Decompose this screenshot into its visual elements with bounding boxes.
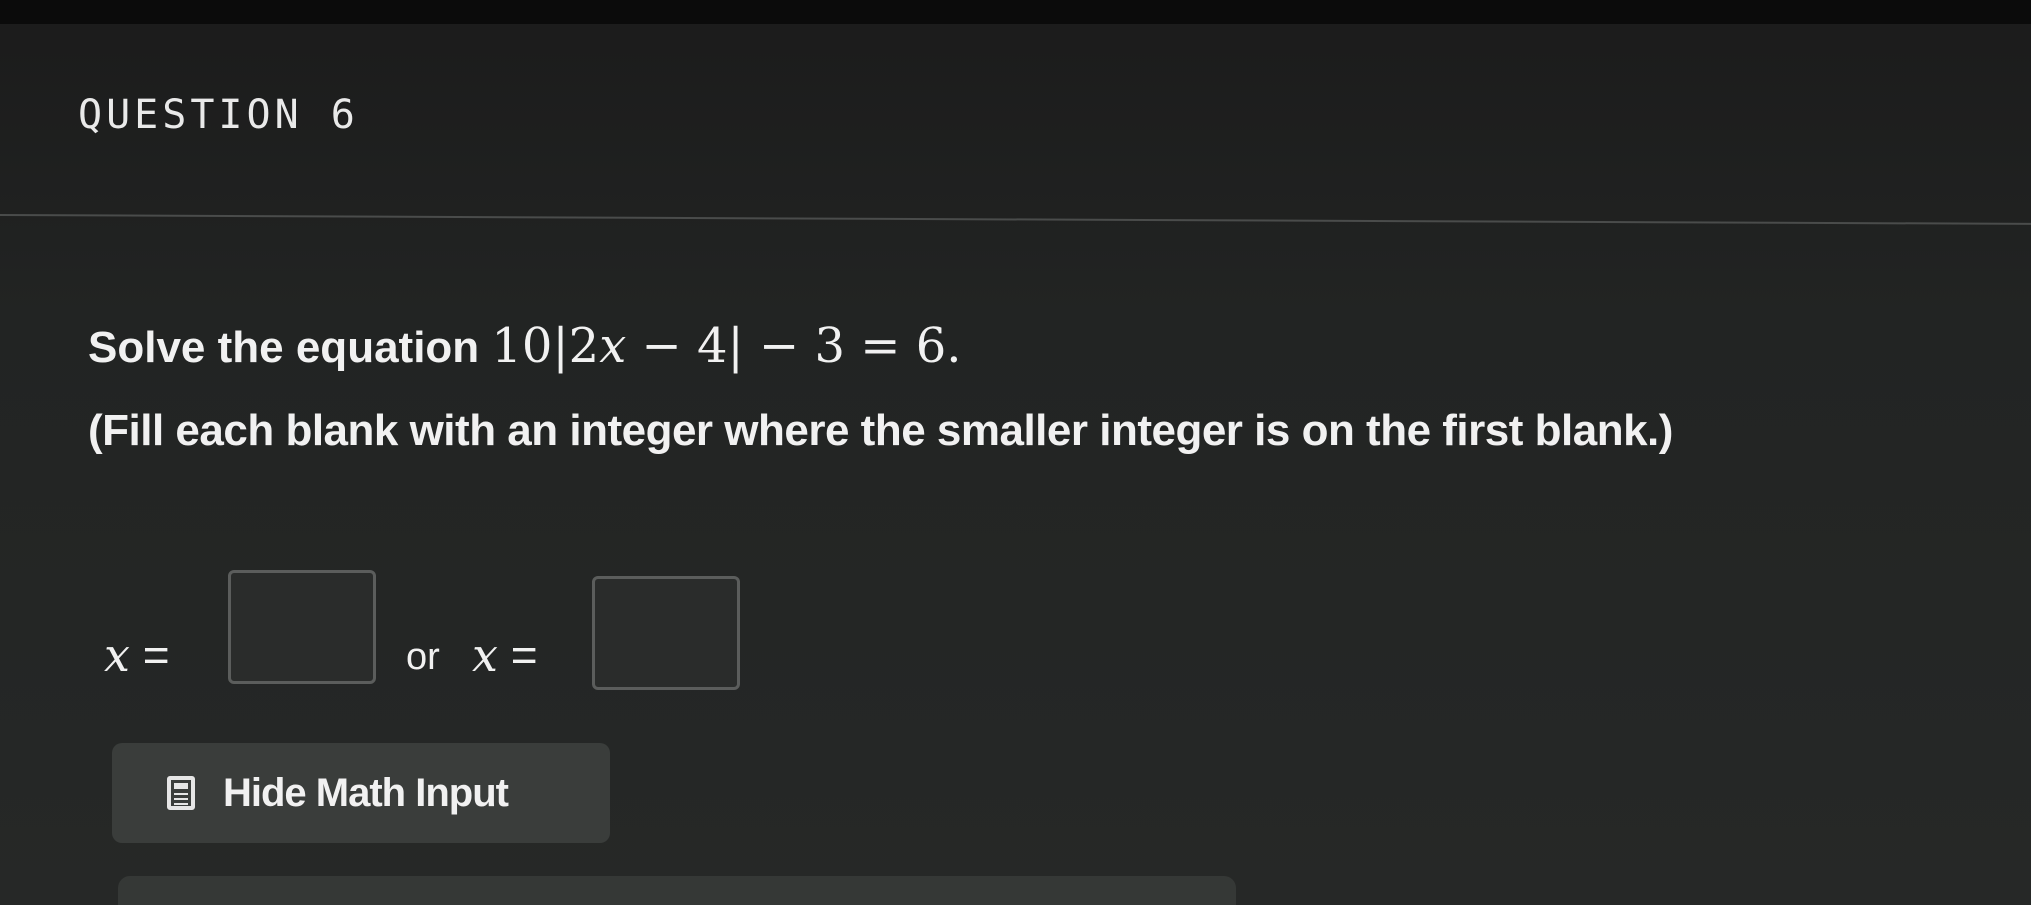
answer-variable-1: x — [104, 628, 130, 682]
answer-variable-2: x — [472, 628, 498, 682]
answer-label-2: x = — [472, 628, 538, 682]
answer-label-1: x = — [104, 628, 170, 682]
top-bezel — [0, 0, 2031, 24]
equation-inner-coef: 2 — [568, 318, 600, 374]
answer-equals-1: = — [129, 629, 170, 681]
equation-abs-close: | — [727, 318, 744, 374]
equation: 10|2x − 4| − 3 = 6. — [491, 318, 961, 374]
question-instructions: (Fill each blank with an integer where t… — [88, 406, 1673, 455]
prompt-intro: Solve the equation — [88, 323, 492, 372]
hide-math-input-button[interactable]: Hide Math Input — [112, 743, 610, 843]
hide-math-input-label: Hide Math Input — [223, 770, 509, 815]
equation-coef: 10 — [491, 318, 553, 374]
question-heading: QUESTION 6 — [78, 92, 359, 138]
question-prompt: Solve the equation 10|2x − 4| − 3 = 6. — [88, 318, 962, 374]
next-panel — [118, 876, 1236, 905]
section-divider — [0, 214, 2031, 225]
answer-equals-2: = — [497, 629, 538, 681]
equation-abs-open: | — [552, 318, 569, 374]
equation-inner-rest: − 4 — [626, 318, 728, 374]
answer-blank-2[interactable] — [592, 576, 740, 690]
answer-row: x = or x = — [104, 570, 1004, 700]
equation-variable: x — [599, 318, 627, 374]
or-connector: or — [406, 636, 440, 678]
answer-blank-1[interactable] — [228, 570, 376, 684]
calculator-icon — [167, 776, 195, 810]
equation-period: . — [946, 318, 962, 374]
equation-rest: − 3 = 6 — [743, 318, 947, 374]
question-screen: QUESTION 6 Solve the equation 10|2x − 4|… — [0, 0, 2031, 905]
